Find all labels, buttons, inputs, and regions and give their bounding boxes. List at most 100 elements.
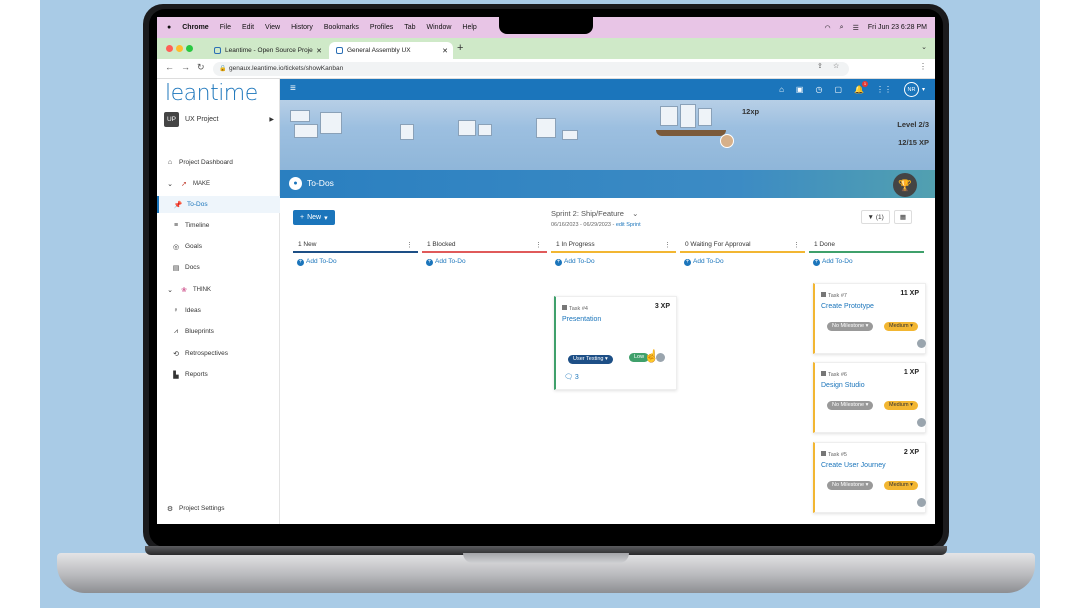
sidebar-item-timeline[interactable]: ≡ Timeline bbox=[157, 217, 280, 234]
home-icon[interactable]: ⌂ bbox=[779, 85, 784, 94]
filter-icon: ▼ bbox=[867, 213, 874, 221]
task-card[interactable]: Task #7 11 XP Create Prototype No Milest… bbox=[813, 283, 926, 354]
menu-view[interactable]: View bbox=[265, 24, 280, 31]
sidebar: leantime UP UX Project ▶ ⌂ Project Dashb… bbox=[157, 79, 280, 524]
leantime-logo[interactable]: leantime bbox=[165, 81, 258, 106]
view-toggle-button[interactable]: ▦ bbox=[893, 210, 912, 224]
main-content: ≡ ⌂ ▣ ◷ ▢ 🔔 1 ⋮⋮ NR ▾ 12xp Level 2/3 12/… bbox=[280, 79, 935, 524]
task-title[interactable]: Create Prototype bbox=[821, 303, 874, 310]
sprint-selector[interactable]: Sprint 2: Ship/Feature ⌄ bbox=[551, 209, 638, 218]
task-title[interactable]: Create User Journey bbox=[821, 462, 886, 469]
add-todo-link[interactable]: + Add To-Do bbox=[422, 258, 547, 266]
menu-edit[interactable]: Edit bbox=[242, 24, 254, 31]
apple-icon[interactable]: ● bbox=[167, 24, 171, 31]
add-todo-link[interactable]: + Add To-Do bbox=[551, 258, 676, 266]
menu-bookmarks[interactable]: Bookmarks bbox=[324, 24, 359, 31]
status-dropdown[interactable]: User Testing ▾ bbox=[568, 355, 613, 364]
ship-sail bbox=[478, 124, 492, 136]
hamburger-icon[interactable]: ≡ bbox=[290, 83, 296, 94]
task-title[interactable]: Design Studio bbox=[821, 382, 865, 389]
browser-tab-leantime[interactable]: Leantime - Open Source Proje ✕ bbox=[207, 42, 327, 59]
more-options-icon[interactable]: ⋮ bbox=[793, 241, 800, 249]
search-icon[interactable]: ⌕ bbox=[840, 24, 844, 32]
comments-link[interactable]: 🗨 3 bbox=[564, 373, 579, 381]
sidebar-item-dashboard[interactable]: ⌂ Project Dashboard bbox=[157, 154, 280, 171]
sidebar-item-retrospectives[interactable]: ⟲ Retrospectives bbox=[157, 345, 280, 362]
add-todo-link[interactable]: + Add To-Do bbox=[809, 258, 924, 266]
zoom-window-button[interactable] bbox=[186, 45, 193, 52]
menu-chrome[interactable]: Chrome bbox=[182, 24, 208, 31]
sidebar-item-project-settings[interactable]: ⚙ Project Settings bbox=[157, 500, 280, 517]
menu-history[interactable]: History bbox=[291, 24, 313, 31]
task-title[interactable]: Presentation bbox=[562, 316, 601, 323]
milestone-dropdown[interactable]: No Milestone ▾ bbox=[827, 401, 874, 410]
screen: ● Chrome File Edit View History Bookmark… bbox=[157, 17, 935, 524]
more-options-icon[interactable]: ⋮ bbox=[664, 241, 671, 249]
close-tab-icon[interactable]: ✕ bbox=[316, 47, 322, 55]
more-options-icon[interactable]: ⋮ bbox=[535, 241, 542, 249]
task-card[interactable]: Task #6 1 XP Design Studio No Milestone … bbox=[813, 362, 926, 433]
cursor-hand-icon: ☝ bbox=[644, 349, 659, 363]
sidebar-section-think[interactable]: ⌄ ❀ THINK bbox=[157, 281, 280, 298]
wifi-icon[interactable]: ◠ bbox=[825, 24, 831, 32]
forward-icon[interactable]: → bbox=[181, 62, 190, 72]
milestone-dropdown[interactable]: No Milestone ▾ bbox=[827, 481, 874, 490]
priority-dropdown[interactable]: Medium ▾ bbox=[884, 481, 918, 490]
menu-profiles[interactable]: Profiles bbox=[370, 24, 393, 31]
sidebar-item-goals[interactable]: ◎ Goals bbox=[157, 238, 280, 255]
reload-icon[interactable]: ↻ bbox=[197, 62, 205, 73]
sidebar-item-ideas[interactable]: ♀ Ideas bbox=[157, 302, 280, 319]
tab-search-icon[interactable]: ⌄ bbox=[921, 43, 927, 51]
priority-dropdown[interactable]: Medium ▾ bbox=[884, 322, 918, 331]
project-selector[interactable]: UP UX Project ▶ bbox=[164, 111, 278, 128]
new-tab-button[interactable]: + bbox=[457, 42, 463, 54]
add-todo-link[interactable]: + Add To-Do bbox=[293, 258, 418, 266]
sidebar-item-reports[interactable]: ▙ Reports bbox=[157, 366, 280, 383]
browser-tab-general-assembly[interactable]: General Assembly UX ✕ bbox=[329, 42, 453, 59]
assignee-avatar[interactable] bbox=[917, 498, 926, 507]
clock-text[interactable]: Fri Jun 23 6:28 PM bbox=[868, 24, 927, 31]
column-blocked: 1 Blocked ⋮ + Add To-Do bbox=[422, 238, 547, 266]
close-window-button[interactable] bbox=[166, 45, 173, 52]
caret-down-icon[interactable]: ▾ bbox=[922, 86, 925, 93]
sidebar-section-make[interactable]: ⌄ ➚ MAKE bbox=[157, 175, 280, 192]
ship-sail bbox=[562, 130, 578, 140]
menu-file[interactable]: File bbox=[220, 24, 231, 31]
assignee-avatar[interactable] bbox=[917, 339, 926, 348]
sliders-icon: ≡ bbox=[173, 222, 179, 229]
share-icon[interactable]: ⇪ bbox=[817, 62, 823, 70]
menu-tab[interactable]: Tab bbox=[404, 24, 415, 31]
control-center-icon[interactable]: ☰ bbox=[853, 24, 859, 32]
clock-icon[interactable]: ◷ bbox=[815, 85, 822, 94]
filter-button[interactable]: ▼ (1) bbox=[861, 210, 890, 224]
calendar-icon[interactable]: ▢ bbox=[834, 85, 842, 94]
close-tab-icon[interactable]: ✕ bbox=[442, 47, 448, 55]
task-card[interactable]: Task #4 3 XP Presentation User Testing ▾… bbox=[554, 296, 677, 390]
edit-sprint-link[interactable]: edit Sprint bbox=[616, 222, 641, 228]
chrome-menu-icon[interactable]: ⋮ bbox=[919, 62, 927, 71]
add-todo-link[interactable]: + Add To-Do bbox=[680, 258, 805, 266]
url-bar[interactable]: 🔒 genaux.leantime.io/tickets/showKanban bbox=[213, 62, 849, 76]
notification-bell-icon[interactable]: 🔔 1 bbox=[854, 81, 868, 94]
milestone-dropdown[interactable]: No Milestone ▾ bbox=[827, 322, 874, 331]
assignee-avatar[interactable] bbox=[917, 418, 926, 427]
task-card[interactable]: Task #5 2 XP Create User Journey No Mile… bbox=[813, 442, 926, 513]
sidebar-item-todos[interactable]: 📌 To-Dos bbox=[157, 196, 280, 213]
project-name: UX Project bbox=[185, 116, 219, 123]
apps-grid-icon[interactable]: ⋮⋮ bbox=[876, 85, 892, 94]
back-icon[interactable]: ← bbox=[165, 62, 174, 72]
new-button[interactable]: + New ▾ bbox=[293, 210, 335, 225]
sidebar-item-blueprints[interactable]: ⩘ Blueprints bbox=[157, 323, 280, 340]
priority-dropdown[interactable]: Medium ▾ bbox=[884, 401, 918, 410]
chevron-down-icon: ⌄ bbox=[167, 180, 173, 188]
user-avatar[interactable]: NR bbox=[903, 82, 919, 97]
notification-count: 1 bbox=[861, 81, 868, 87]
sidebar-item-docs[interactable]: ▤ Docs bbox=[157, 259, 280, 276]
menu-help[interactable]: Help bbox=[462, 24, 476, 31]
bookmark-star-icon[interactable]: ☆ bbox=[833, 62, 839, 70]
briefcase-icon[interactable]: ▣ bbox=[796, 85, 804, 94]
trophy-icon[interactable]: 🏆 bbox=[893, 173, 917, 197]
more-options-icon[interactable]: ⋮ bbox=[406, 241, 413, 249]
minimize-window-button[interactable] bbox=[176, 45, 183, 52]
menu-window[interactable]: Window bbox=[427, 24, 452, 31]
